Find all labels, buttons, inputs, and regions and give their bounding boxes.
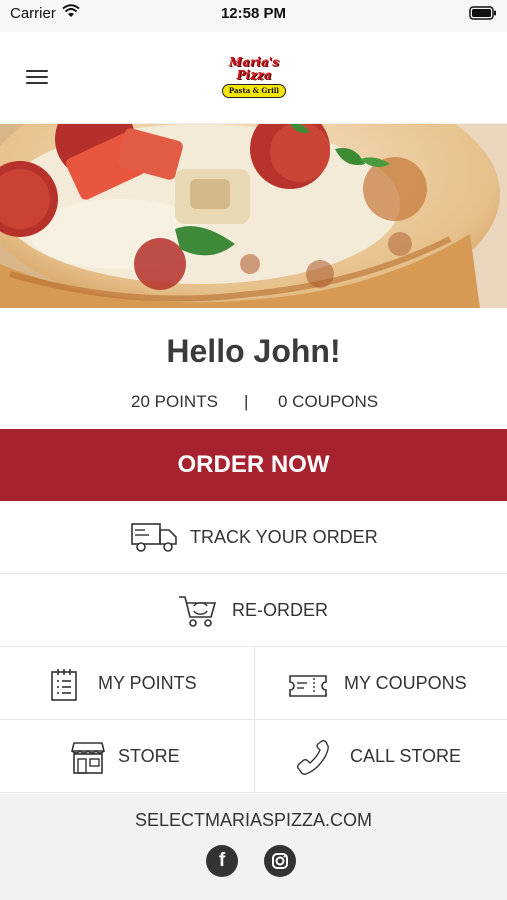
call-store-label: CALL STORE [350,746,462,766]
menu-icon[interactable] [26,70,48,88]
battery-icon [469,6,496,20]
app-header: Maria's Pizza Pasta & Grill [0,32,507,124]
hero-pizza-image [0,124,507,308]
my-coupons-label: MY COUPONS [344,673,467,693]
track-order-button[interactable]: TRACK YOUR ORDER [0,501,507,574]
logo-line2: Pizza [236,68,272,82]
store-row: STORE CALL STORE [0,720,507,793]
stats-separator: | [244,392,249,411]
rewards-summary: 20 POINTS | 0 COUPONS [0,392,507,412]
cart-icon [179,596,217,627]
store-icon [71,742,105,774]
track-order-label: TRACK YOUR ORDER [190,527,378,547]
phone-icon [296,740,329,775]
logo-badge: Pasta & Grill [222,84,286,98]
reorder-label: RE-ORDER [232,600,329,620]
points-card-icon [51,669,77,701]
instagram-icon[interactable] [264,845,296,877]
my-coupons-button[interactable]: MY COUPONS [254,647,507,720]
store-button[interactable]: STORE [0,720,253,793]
website-link[interactable]: SELECTMARIASPIZZA.COM [0,810,507,831]
order-now-button[interactable]: ORDER NOW [0,429,507,501]
logo: Maria's Pizza Pasta & Grill [220,56,288,104]
status-bar: Carrier 12:58 PM [0,0,507,32]
coupon-icon [289,675,327,697]
points-count[interactable]: 20 POINTS [131,392,218,412]
footer: SELECTMARIASPIZZA.COM f [0,794,507,900]
facebook-icon[interactable]: f [206,845,238,877]
greeting-title: Hello John! [166,333,341,369]
call-store-button[interactable]: CALL STORE [254,720,507,793]
my-points-button[interactable]: MY POINTS [0,647,253,720]
truck-icon [131,523,177,552]
store-label: STORE [118,746,180,766]
reorder-button[interactable]: RE-ORDER [0,574,507,647]
my-points-label: MY POINTS [98,673,197,693]
rewards-row: MY POINTS MY COUPONS [0,647,507,720]
coupons-count[interactable]: 0 COUPONS [278,392,378,412]
clock: 12:58 PM [220,5,287,22]
